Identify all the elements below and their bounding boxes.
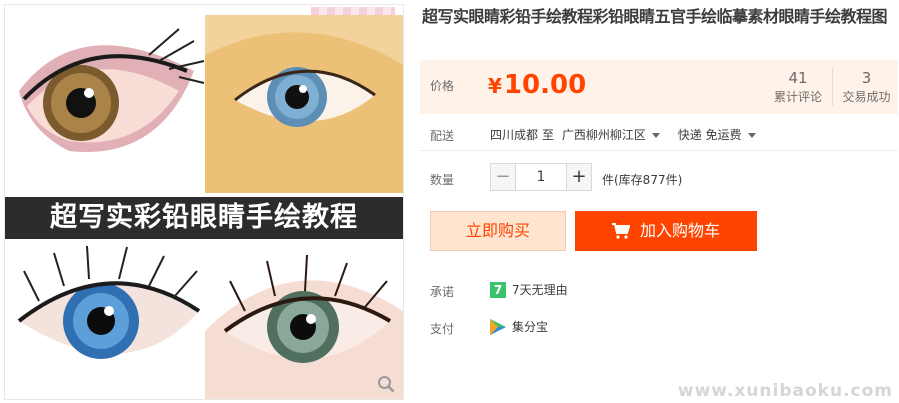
buy-now-button[interactable]: 立即购买 [430, 211, 566, 251]
reviews-stat[interactable]: 41 累计评论 [764, 68, 832, 106]
deals-stat: 3 交易成功 [832, 68, 899, 106]
currency-symbol: ¥ [488, 74, 502, 98]
quantity-plus-button[interactable]: + [566, 163, 592, 191]
shipping-info: 四川成都至 广西柳州柳江区 快递 免运费 [490, 126, 770, 143]
promise-info[interactable]: 7 7天无理由 [490, 281, 568, 298]
divider [420, 150, 898, 151]
ship-from: 四川成都 [490, 128, 539, 142]
cart-icon [611, 223, 631, 239]
promise-label: 承诺 [430, 285, 455, 299]
price-number: 10.00 [503, 70, 587, 100]
quantity-minus-button[interactable]: − [490, 163, 516, 191]
price-label: 价格 [430, 79, 455, 93]
add-to-cart-button[interactable]: 加入购物车 [575, 211, 757, 251]
quantity-label: 数量 [430, 173, 455, 187]
site-watermark: www.xunibaoku.com [677, 381, 893, 401]
ship-method-select[interactable]: 快递 免运费 [678, 128, 742, 142]
product-title: 超写实眼睛彩铅手绘教程彩铅眼睛五官手绘临摹素材眼睛手绘教程图 [422, 7, 888, 26]
deals-count: 3 [861, 69, 872, 87]
eye-illustration-bottom-right [205, 241, 403, 399]
price-box: 价格 ¥10.00 41 累计评论 3 交易成功 [420, 60, 898, 114]
quantity-stepper: − 1 + [490, 163, 592, 191]
payment-method: 集分宝 [512, 320, 549, 334]
stock-info: 件(库存877件) [602, 173, 683, 187]
image-banner: 超写实彩铅眼睛手绘教程 [5, 197, 403, 239]
shipping-label: 配送 [430, 129, 455, 143]
eye-illustration-bottom-left [9, 241, 205, 399]
caret-down-icon[interactable] [651, 133, 660, 138]
payment-label: 支付 [430, 322, 455, 336]
quantity-input[interactable]: 1 [516, 163, 566, 191]
zoom-icon[interactable] [377, 375, 395, 393]
payment-info[interactable]: 集分宝 [490, 318, 548, 335]
ship-destination-select[interactable]: 广西柳州柳江区 [562, 128, 646, 142]
promise-text: 7天无理由 [512, 283, 568, 297]
deals-label: 交易成功 [842, 90, 891, 104]
add-to-cart-label: 加入购物车 [639, 221, 720, 240]
product-image[interactable]: 超写实彩铅眼睛手绘教程 [4, 4, 404, 400]
jifenbao-icon [490, 318, 506, 335]
product-detail: 超写实眼睛彩铅手绘教程彩铅眼睛五官手绘临摹素材眼睛手绘教程图 价格 ¥10.00… [420, 0, 898, 403]
eye-illustration-top-left [9, 11, 205, 189]
reviews-label: 累计评论 [773, 90, 822, 104]
eye-illustration-top-right [205, 15, 403, 193]
price-value: ¥10.00 [488, 70, 586, 100]
ship-to-word: 至 [542, 128, 555, 142]
seven-day-icon: 7 [490, 281, 506, 298]
caret-down-icon[interactable] [747, 133, 756, 138]
reviews-count: 41 [788, 69, 808, 87]
